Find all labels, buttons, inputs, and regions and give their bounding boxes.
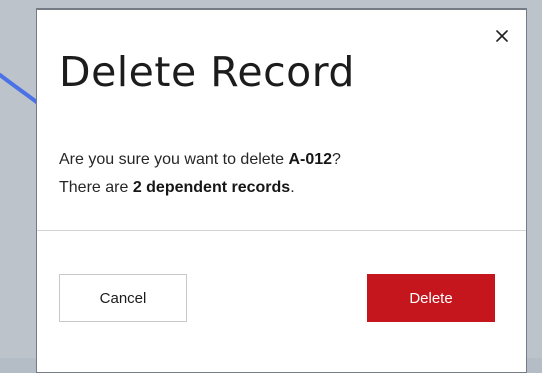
dialog-message: Are you sure you want to delete A-012? T… (59, 146, 341, 202)
record-id: A-012 (288, 151, 333, 168)
close-button[interactable] (490, 24, 514, 48)
message-line2-suffix: . (290, 179, 295, 196)
delete-button[interactable]: Delete (367, 274, 495, 322)
delete-record-dialog: Delete Record Are you sure you want to d… (36, 8, 527, 373)
cancel-button[interactable]: Cancel (59, 274, 187, 322)
dialog-divider (37, 230, 526, 231)
close-icon (496, 30, 508, 42)
message-line2-prefix: There are (59, 179, 133, 196)
dialog-title: Delete Record (59, 48, 355, 96)
message-line1-suffix: ? (332, 151, 341, 168)
message-line1-prefix: Are you sure you want to delete (59, 151, 289, 168)
dependent-count: 2 dependent records (132, 179, 291, 196)
